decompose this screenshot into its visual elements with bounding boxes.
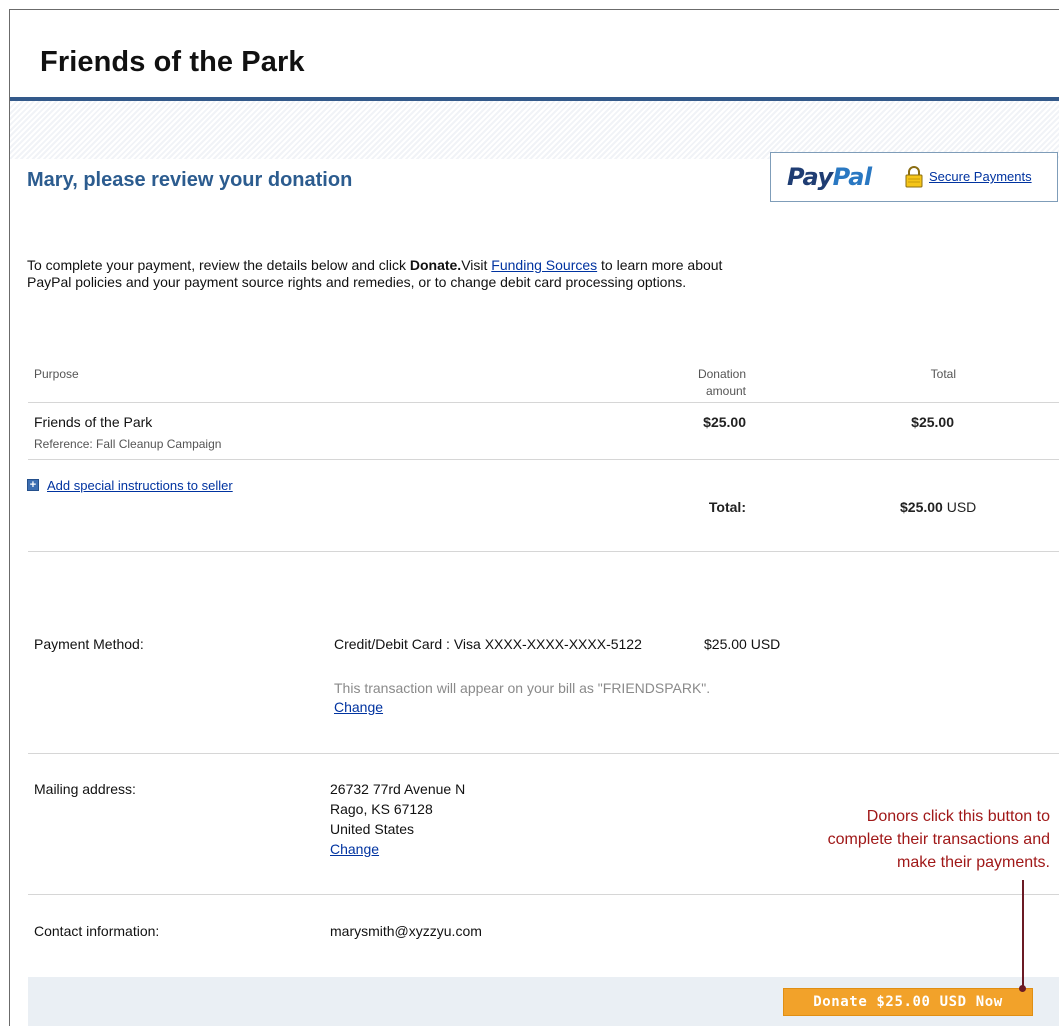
paypal-logo: PayPal <box>787 163 872 191</box>
callout-line1: Donors click this button to <box>866 808 1050 825</box>
intro-part2: Visit <box>461 257 492 273</box>
item-donation-amount: $25.00 <box>703 414 746 430</box>
address-line1: 26732 77rd Avenue N <box>330 781 466 797</box>
payment-change-link[interactable]: Change <box>334 699 383 715</box>
item-name: Friends of the Park <box>34 414 153 430</box>
add-instructions-link[interactable]: Add special instructions to seller <box>47 478 233 493</box>
payment-card: Credit/Debit Card : Visa XXXX-XXXX-XXXX-… <box>334 636 642 652</box>
lock-icon <box>905 166 923 188</box>
total-divider <box>28 551 1059 552</box>
payment-amount: $25.00 USD <box>704 636 781 652</box>
intro-text: To complete your payment, review the det… <box>27 257 747 291</box>
contact-email: marysmith@xyzzyu.com <box>330 923 482 939</box>
mailing-address-label: Mailing address: <box>34 781 136 797</box>
callout-annotation: Donors click this button to complete the… <box>770 805 1050 874</box>
column-header-donation-amount: Donation amount <box>650 366 746 400</box>
column-header-purpose: Purpose <box>34 367 79 381</box>
paypal-secure-badge: PayPal Secure Payments <box>770 152 1058 202</box>
address-change-link[interactable]: Change <box>330 841 379 857</box>
callout-pointer-line <box>1022 880 1024 988</box>
table-row-divider <box>28 459 1059 460</box>
page-frame: Friends of the Park Mary, please review … <box>9 9 1059 1026</box>
total-amount: $25.00 <box>900 499 943 515</box>
address-line3: United States <box>330 821 415 837</box>
intro-donate-word: Donate. <box>409 257 462 273</box>
total-value: $25.00 USD <box>900 499 976 515</box>
total-currency: USD <box>942 499 977 515</box>
intro-part1: To complete your payment, review the det… <box>27 257 410 273</box>
callout-line3: make their payments. <box>897 854 1050 871</box>
contact-information-label: Contact information: <box>34 923 160 939</box>
secure-payments-link[interactable]: Secure Payments <box>929 169 1032 184</box>
mailing-divider <box>28 894 1059 895</box>
mailing-address: 26732 77rd Avenue N Rago, KS 67128 Unite… <box>330 779 465 859</box>
column-header-donation-line1: Donation <box>697 367 746 381</box>
item-reference: Reference: Fall Cleanup Campaign <box>34 437 222 451</box>
site-title: Friends of the Park <box>40 46 305 78</box>
plus-icon[interactable]: + <box>27 479 39 491</box>
paypal-logo-pal: Pal <box>832 163 872 191</box>
review-heading: Mary, please review your donation <box>27 169 353 191</box>
column-header-donation-line2: amount <box>705 384 746 398</box>
donate-now-button[interactable]: Donate $25.00 USD Now <box>783 988 1033 1016</box>
table-header-divider <box>28 402 1059 403</box>
payment-divider <box>28 753 1059 754</box>
item-total: $25.00 <box>911 414 954 430</box>
address-line2: Rago, KS 67128 <box>330 801 433 817</box>
paypal-logo-pay: Pay <box>787 163 833 191</box>
payment-method-label: Payment Method: <box>34 636 144 652</box>
header-hatch-band <box>10 101 1059 159</box>
bill-note: This transaction will appear on your bil… <box>334 680 711 696</box>
column-header-total: Total <box>930 367 956 381</box>
callout-line2: complete their transactions and <box>827 831 1050 848</box>
total-label: Total: <box>708 499 746 515</box>
callout-pointer-dot <box>1019 985 1026 992</box>
funding-sources-link[interactable]: Funding Sources <box>491 257 597 273</box>
